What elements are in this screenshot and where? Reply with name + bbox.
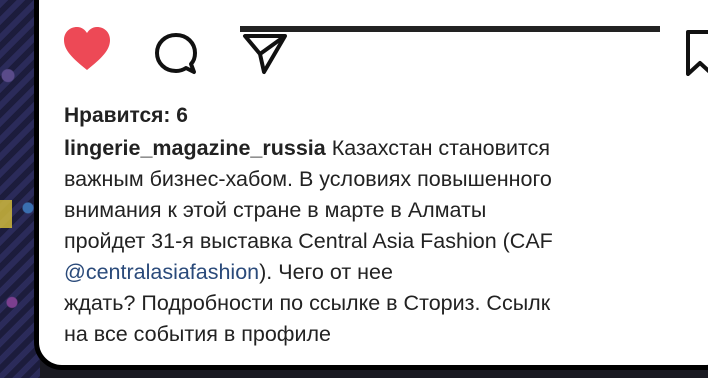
caption-line-1: lingerie_magazine_russia Казахстан стано… [64,136,550,160]
comment-bubble-icon[interactable] [154,32,198,81]
caption-line-7: на все события в профиле [64,322,332,346]
likes-count[interactable]: Нравится: 6 [64,100,708,131]
post-caption: Нравится: 6 lingerie_magazine_russia Каз… [64,100,708,350]
heart-filled-icon[interactable] [62,26,112,77]
post-username[interactable]: lingerie_magazine_russia [64,136,326,160]
caption-line-3: внимания к этой стране в марте в Алматы [64,198,487,222]
post-action-bar [62,26,708,76]
caption-line-5: @centralasiafashion). Чего от нее [64,260,393,284]
mention-link[interactable]: @centralasiafashion [64,260,259,284]
caption-line-2: важным бизнес-хабом. В условиях повышенн… [64,167,552,191]
caption-line-4: пройдет 31-я выставка Central Asia Fashi… [64,229,553,253]
bookmark-icon[interactable] [684,30,708,81]
paper-plane-icon[interactable] [242,30,288,81]
caption-line-6: ждать? Подробности по ссылке в Сториз. С… [64,291,551,315]
